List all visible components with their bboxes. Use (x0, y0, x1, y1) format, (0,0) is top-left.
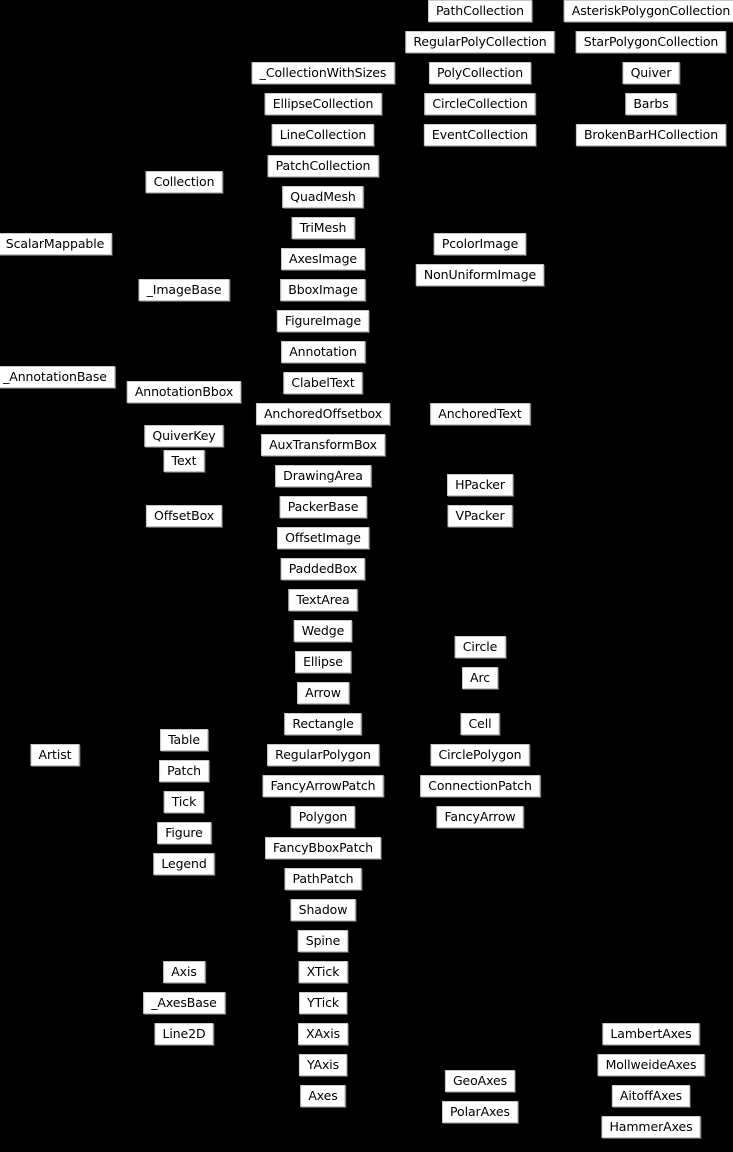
class-node[interactable]: PatchCollection (267, 155, 379, 177)
class-node[interactable]: Legend (153, 852, 215, 875)
class-node[interactable]: _ImageBase (138, 279, 230, 301)
class-node[interactable]: PcolorImage (433, 232, 527, 255)
class-node[interactable]: QuadMesh (282, 186, 364, 208)
class-node[interactable]: TextArea (288, 589, 358, 611)
class-node[interactable]: _CollectionWithSizes (251, 62, 395, 84)
class-node[interactable]: PaddedBox (280, 558, 366, 580)
class-node[interactable]: Text (163, 449, 205, 472)
class-node[interactable]: StarPolygonCollection (575, 31, 727, 53)
class-node[interactable]: LineCollection (271, 124, 375, 146)
class-node[interactable]: AitoffAxes (611, 1085, 691, 1107)
class-node[interactable]: VPacker (447, 505, 513, 528)
class-node[interactable]: FancyBboxPatch (265, 837, 381, 859)
class-node[interactable]: ConnectionPatch (420, 775, 540, 797)
class-node[interactable]: CirclePolygon (430, 744, 530, 766)
class-node[interactable]: DrawingArea (275, 465, 371, 487)
class-node[interactable]: _AnnotationBase (0, 365, 115, 388)
class-node[interactable]: Arc (462, 666, 498, 689)
class-node[interactable]: AsteriskPolygonCollection (563, 0, 733, 22)
class-node[interactable]: Cell (460, 713, 500, 735)
class-node[interactable]: HPacker (447, 474, 513, 497)
inheritance-diagram: PathCollection AsteriskPolygonCollection R… (0, 0, 733, 1152)
class-node[interactable]: Wedge (293, 620, 353, 642)
class-node[interactable]: ClabelText (283, 372, 363, 394)
class-node[interactable]: Table (160, 728, 208, 751)
class-node[interactable]: PathPatch (284, 868, 362, 890)
class-node[interactable]: BboxImage (280, 279, 366, 301)
class-node[interactable]: Artist (30, 744, 80, 766)
class-node[interactable]: Collection (145, 170, 223, 193)
class-node[interactable]: Patch (159, 759, 209, 782)
class-node[interactable]: GeoAxes (444, 1069, 516, 1092)
class-node[interactable]: Shadow (290, 899, 356, 921)
class-node[interactable]: Figure (157, 821, 211, 844)
class-node[interactable]: YTick (299, 992, 347, 1014)
class-node[interactable]: PackerBase (279, 496, 367, 518)
class-node[interactable]: Circle (454, 635, 506, 658)
class-node[interactable]: OffsetBox (145, 505, 223, 528)
class-node[interactable]: Axes (300, 1085, 346, 1107)
class-node[interactable]: NonUniformImage (415, 263, 545, 286)
class-node[interactable]: LambertAxes (602, 1023, 700, 1045)
class-node[interactable]: RegularPolygon (267, 744, 379, 766)
class-node[interactable]: AuxTransformBox (261, 434, 385, 456)
class-node[interactable]: AxesImage (280, 248, 366, 270)
class-node[interactable]: Spine (297, 930, 349, 952)
class-node[interactable]: HammerAxes (601, 1116, 701, 1138)
class-node[interactable]: PathCollection (428, 0, 532, 22)
class-node[interactable]: FancyArrowPatch (262, 775, 384, 797)
class-node[interactable]: Ellipse (295, 651, 351, 673)
class-node[interactable]: Quiver (622, 62, 680, 84)
class-node[interactable]: PolyCollection (428, 62, 532, 84)
class-node[interactable]: QuiverKey (144, 424, 224, 447)
class-node[interactable]: MollweideAxes (597, 1054, 705, 1076)
class-node[interactable]: OffsetImage (277, 527, 369, 549)
class-node[interactable]: Rectangle (284, 713, 362, 735)
class-node[interactable]: Arrow (297, 682, 349, 704)
class-node[interactable]: XAxis (298, 1023, 348, 1045)
class-node[interactable]: _AxesBase (143, 992, 225, 1014)
class-node[interactable]: FancyArrow (436, 806, 524, 828)
class-node[interactable]: Line2D (154, 1023, 214, 1045)
class-node[interactable]: CircleCollection (424, 93, 536, 115)
class-node[interactable]: BrokenBarHCollection (575, 124, 727, 146)
class-node[interactable]: Barbs (625, 93, 677, 115)
class-node[interactable]: XTick (298, 961, 348, 983)
class-node[interactable]: Axis (163, 961, 205, 983)
class-node[interactable]: ScalarMappable (0, 232, 113, 255)
class-node[interactable]: Annotation (281, 341, 365, 363)
class-node[interactable]: Polygon (290, 806, 356, 828)
class-node[interactable]: AnchoredOffsetbox (255, 403, 391, 425)
class-node[interactable]: RegularPolyCollection (405, 31, 555, 53)
class-node[interactable]: PolarAxes (442, 1100, 518, 1123)
class-node[interactable]: EventCollection (423, 124, 537, 146)
class-node[interactable]: AnchoredText (430, 403, 530, 425)
class-node[interactable]: EllipseCollection (264, 93, 382, 115)
class-node[interactable]: FigureImage (276, 310, 370, 332)
class-node[interactable]: AnnotationBbox (126, 381, 242, 404)
class-node[interactable]: YAxis (298, 1054, 348, 1076)
class-node[interactable]: Tick (163, 790, 205, 813)
class-node[interactable]: TriMesh (291, 217, 355, 239)
